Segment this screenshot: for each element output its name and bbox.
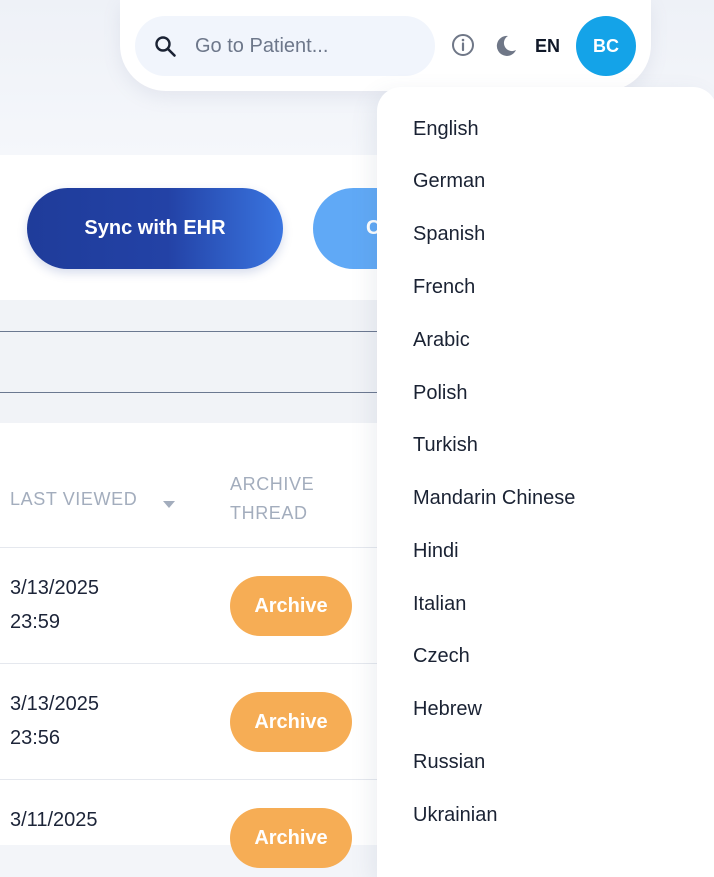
archive-button[interactable]: Archive [230,808,352,868]
language-option-english[interactable]: English [413,115,479,143]
column-header-line: ARCHIVE [230,474,315,494]
date-text: 3/11/2025 [10,809,98,831]
language-option-czech[interactable]: Czech [413,642,470,670]
language-option-french[interactable]: French [413,273,475,301]
patient-search-input[interactable] [195,16,425,76]
language-option-italian[interactable]: Italian [413,590,466,618]
column-header-archive-thread: ARCHIVE THREAD [230,470,314,528]
language-option-german[interactable]: German [413,167,485,195]
language-option-mandarin-chinese[interactable]: Mandarin Chinese [413,484,575,512]
info-icon[interactable] [451,33,475,57]
language-option-polish[interactable]: Polish [413,379,467,407]
language-switcher[interactable]: EN [535,36,560,57]
archive-button[interactable]: Archive [230,692,352,752]
language-dropdown-menu: English German Spanish French Arabic Pol… [377,87,714,877]
column-header-last-viewed[interactable]: LAST VIEWED [10,485,137,514]
sync-with-ehr-button[interactable]: Sync with EHR [27,188,283,269]
language-option-ukrainian[interactable]: Ukrainian [413,801,497,829]
date-text: 3/13/2025 [10,577,99,599]
date-text: 3/13/2025 [10,693,99,715]
column-header-line: THREAD [230,503,308,523]
language-option-russian[interactable]: Russian [413,748,485,776]
last-viewed-cell: 3/13/2025 23:59 [10,571,99,639]
archive-button[interactable]: Archive [230,576,352,636]
language-option-spanish[interactable]: Spanish [413,220,485,248]
language-option-turkish[interactable]: Turkish [413,431,478,459]
patient-search [135,16,435,76]
language-option-arabic[interactable]: Arabic [413,326,470,354]
time-text: 23:56 [10,727,61,749]
user-avatar[interactable]: BC [576,16,636,76]
sort-caret-icon[interactable] [163,501,175,508]
last-viewed-cell: 3/13/2025 23:56 [10,687,99,755]
language-option-hindi[interactable]: Hindi [413,537,459,565]
last-viewed-cell: 3/11/2025 [10,803,98,837]
language-option-hebrew[interactable]: Hebrew [413,695,482,723]
time-text: 23:59 [10,611,61,633]
search-icon[interactable] [153,34,177,58]
dark-mode-moon-icon[interactable] [493,33,519,59]
